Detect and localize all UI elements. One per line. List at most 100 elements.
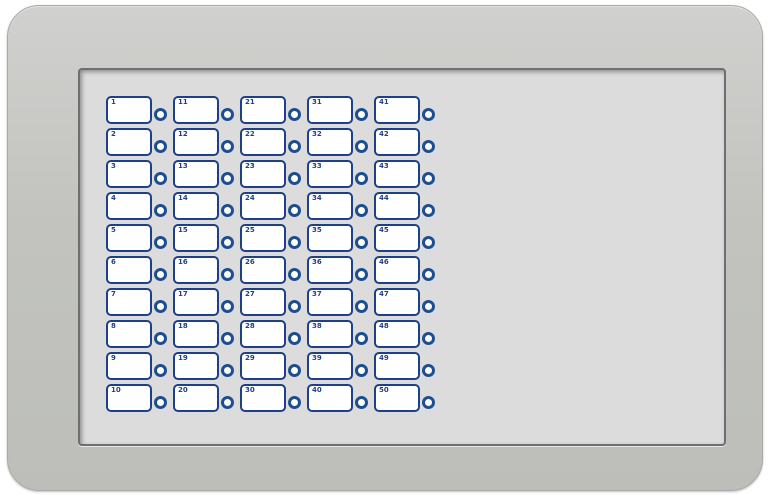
key-tag-body[interactable]: 14 [173, 192, 219, 220]
key-tag-body[interactable]: 10 [106, 384, 152, 412]
key-tag-body[interactable]: 5 [106, 224, 152, 252]
key-tag-body[interactable]: 29 [240, 352, 286, 380]
key-tag[interactable]: 19 [173, 352, 243, 382]
key-tag[interactable]: 27 [240, 288, 310, 318]
key-tag-body[interactable]: 40 [307, 384, 353, 412]
key-tag[interactable]: 4 [106, 192, 176, 222]
key-tag-body[interactable]: 49 [374, 352, 420, 380]
key-tag[interactable]: 30 [240, 384, 310, 414]
key-tag-body[interactable]: 24 [240, 192, 286, 220]
key-tag-body[interactable]: 12 [173, 128, 219, 156]
key-tag-body[interactable]: 6 [106, 256, 152, 284]
key-tag[interactable]: 25 [240, 224, 310, 254]
key-tag-body[interactable]: 19 [173, 352, 219, 380]
key-tag[interactable]: 3 [106, 160, 176, 190]
key-tag[interactable]: 49 [374, 352, 444, 382]
key-tag[interactable]: 41 [374, 96, 444, 126]
key-tag-body[interactable]: 7 [106, 288, 152, 316]
key-tag[interactable]: 33 [307, 160, 377, 190]
key-tag-body[interactable]: 48 [374, 320, 420, 348]
key-tag[interactable]: 8 [106, 320, 176, 350]
key-tag[interactable]: 32 [307, 128, 377, 158]
key-tag-body[interactable]: 38 [307, 320, 353, 348]
key-tag-body[interactable]: 41 [374, 96, 420, 124]
key-tag-body[interactable]: 42 [374, 128, 420, 156]
key-tag-body[interactable]: 8 [106, 320, 152, 348]
key-tag-body[interactable]: 26 [240, 256, 286, 284]
key-tag[interactable]: 40 [307, 384, 377, 414]
key-tag-body[interactable]: 30 [240, 384, 286, 412]
key-tag[interactable]: 24 [240, 192, 310, 222]
key-tag-body[interactable]: 33 [307, 160, 353, 188]
key-tag-body[interactable]: 4 [106, 192, 152, 220]
key-tag-body[interactable]: 3 [106, 160, 152, 188]
key-tag[interactable]: 15 [173, 224, 243, 254]
key-tag[interactable]: 45 [374, 224, 444, 254]
key-tag-body[interactable]: 16 [173, 256, 219, 284]
key-tag[interactable]: 6 [106, 256, 176, 286]
key-tag-body[interactable]: 15 [173, 224, 219, 252]
key-tag[interactable]: 37 [307, 288, 377, 318]
key-tag[interactable]: 35 [307, 224, 377, 254]
key-tag[interactable]: 38 [307, 320, 377, 350]
key-tag-body[interactable]: 32 [307, 128, 353, 156]
key-tag[interactable]: 21 [240, 96, 310, 126]
key-tag-body[interactable]: 22 [240, 128, 286, 156]
key-tag-body[interactable]: 39 [307, 352, 353, 380]
key-tag[interactable]: 46 [374, 256, 444, 286]
key-tag[interactable]: 13 [173, 160, 243, 190]
key-tag-body[interactable]: 9 [106, 352, 152, 380]
key-tag-body[interactable]: 2 [106, 128, 152, 156]
key-tag-body[interactable]: 36 [307, 256, 353, 284]
key-tag-body[interactable]: 47 [374, 288, 420, 316]
key-tag[interactable]: 34 [307, 192, 377, 222]
key-tag-body[interactable]: 37 [307, 288, 353, 316]
key-tag[interactable]: 42 [374, 128, 444, 158]
key-tag[interactable]: 12 [173, 128, 243, 158]
key-tag[interactable]: 23 [240, 160, 310, 190]
key-tag[interactable]: 28 [240, 320, 310, 350]
key-tag[interactable]: 5 [106, 224, 176, 254]
key-tag-body[interactable]: 13 [173, 160, 219, 188]
key-tag-body[interactable]: 50 [374, 384, 420, 412]
key-tag[interactable]: 50 [374, 384, 444, 414]
key-tag[interactable]: 17 [173, 288, 243, 318]
key-tag-body[interactable]: 1 [106, 96, 152, 124]
key-tag-body[interactable]: 35 [307, 224, 353, 252]
key-tag[interactable]: 22 [240, 128, 310, 158]
key-tag[interactable]: 18 [173, 320, 243, 350]
key-tag[interactable]: 48 [374, 320, 444, 350]
key-tag[interactable]: 26 [240, 256, 310, 286]
key-tag-body[interactable]: 17 [173, 288, 219, 316]
key-tag[interactable]: 31 [307, 96, 377, 126]
key-tag[interactable]: 39 [307, 352, 377, 382]
key-tag[interactable]: 9 [106, 352, 176, 382]
key-tag-body[interactable]: 27 [240, 288, 286, 316]
key-tag-body[interactable]: 45 [374, 224, 420, 252]
key-tag[interactable]: 44 [374, 192, 444, 222]
key-tag[interactable]: 16 [173, 256, 243, 286]
key-tag[interactable]: 2 [106, 128, 176, 158]
key-tag-body[interactable]: 25 [240, 224, 286, 252]
key-tag[interactable]: 29 [240, 352, 310, 382]
key-tag[interactable]: 36 [307, 256, 377, 286]
key-tag-body[interactable]: 46 [374, 256, 420, 284]
key-tag[interactable]: 10 [106, 384, 176, 414]
key-tag[interactable]: 1 [106, 96, 176, 126]
key-tag[interactable]: 11 [173, 96, 243, 126]
key-tag[interactable]: 20 [173, 384, 243, 414]
key-tag-body[interactable]: 34 [307, 192, 353, 220]
key-tag-body[interactable]: 31 [307, 96, 353, 124]
key-tag-body[interactable]: 28 [240, 320, 286, 348]
key-tag[interactable]: 47 [374, 288, 444, 318]
key-tag[interactable]: 14 [173, 192, 243, 222]
key-tag[interactable]: 43 [374, 160, 444, 190]
key-tag-body[interactable]: 11 [173, 96, 219, 124]
key-tag-body[interactable]: 18 [173, 320, 219, 348]
key-tag[interactable]: 7 [106, 288, 176, 318]
key-tag-body[interactable]: 21 [240, 96, 286, 124]
key-tag-body[interactable]: 23 [240, 160, 286, 188]
key-tag-body[interactable]: 43 [374, 160, 420, 188]
key-tag-body[interactable]: 44 [374, 192, 420, 220]
key-tag-body[interactable]: 20 [173, 384, 219, 412]
